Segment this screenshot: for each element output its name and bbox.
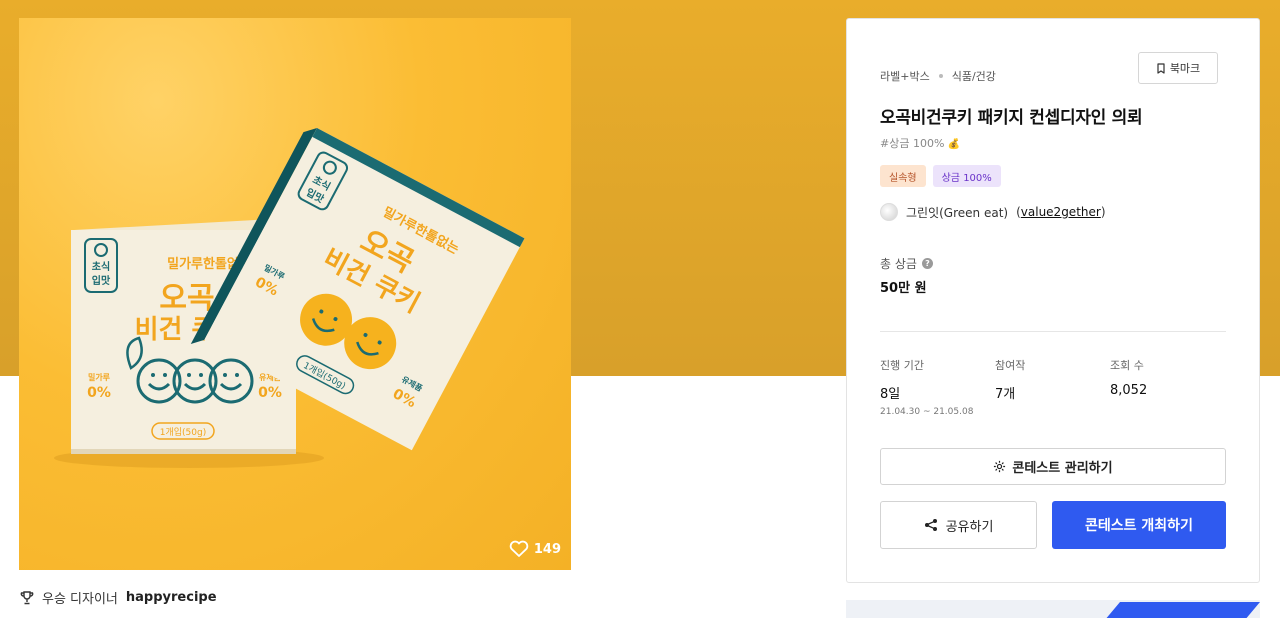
- breadcrumb-category[interactable]: 라벨+박스: [880, 68, 930, 84]
- breadcrumb-separator: [938, 74, 943, 78]
- svg-text:0%: 0%: [258, 385, 282, 401]
- contest-owner: 그린잇(Green eat) (value2gether): [880, 203, 1106, 221]
- manage-contest-button[interactable]: 콘테스트 관리하기: [880, 448, 1226, 485]
- promo-banner[interactable]: [846, 600, 1260, 618]
- promo-decoration: [1094, 602, 1260, 618]
- badge-plan-type: 실속형: [880, 165, 926, 187]
- trophy-icon: [20, 590, 34, 604]
- bookmark-icon: [1157, 62, 1165, 74]
- breadcrumb-subcategory[interactable]: 식품/건강: [952, 68, 996, 84]
- contest-title: 오곡비건쿠키 패키지 컨셉디자인 의뢰: [880, 108, 1143, 128]
- svg-text:입맛: 입맛: [92, 274, 111, 287]
- stat-period: 진행 기간 8일 21.04.30 ~ 21.05.08: [880, 359, 974, 417]
- svg-text:1개입(50g): 1개입(50g): [160, 426, 206, 438]
- svg-text:밀가루: 밀가루: [88, 372, 111, 382]
- host-contest-button[interactable]: 콘테스트 개최하기: [1052, 501, 1226, 549]
- packaging-illustration: 초식 입맛 밀가루한톨없는 오곡 비건 쿠키 밀가루 0% 유제품 0% 1개입…: [54, 128, 525, 468]
- stat-views: 조회 수 8,052: [1110, 359, 1148, 398]
- host-contest-label: 콘테스트 개최하기: [1085, 518, 1193, 534]
- owner-handle[interactable]: (value2gether): [1016, 205, 1105, 219]
- owner-name: 그린잇(Green eat): [906, 205, 1009, 220]
- share-label: 공유하기: [945, 519, 994, 535]
- share-button[interactable]: 공유하기: [880, 501, 1037, 549]
- contest-badges: 실속형 상금 100%: [880, 165, 1001, 187]
- hero-image[interactable]: 초식 입맛 밀가루한톨없는 오곡 비건 쿠키 밀가루 0% 유제품 0% 1개입…: [19, 18, 571, 570]
- winner-label: 우승 디자이너: [42, 592, 118, 607]
- help-icon[interactable]: ?: [921, 258, 933, 269]
- contest-tagline: #상금 100% 💰: [880, 137, 961, 150]
- contest-info-panel: 라벨+박스 식품/건강 북마크 오곡비건쿠키 패키지 컨셉디자인 의뢰 #상금 …: [846, 18, 1260, 583]
- svg-text:초식: 초식: [92, 260, 110, 273]
- manage-contest-label: 콘테스트 관리하기: [1012, 461, 1113, 476]
- stat-entries: 참여작 7개: [995, 359, 1026, 402]
- money-bag-icon: 💰: [947, 139, 961, 150]
- svg-text:0%: 0%: [87, 385, 111, 401]
- badge-prize-guarantee: 상금 100%: [932, 165, 1001, 187]
- share-icon: [924, 519, 937, 531]
- divider: [880, 331, 1226, 332]
- winner-designer: 우승 디자이너 happyrecipe: [20, 588, 217, 607]
- gear-icon: [994, 460, 1006, 473]
- winner-name[interactable]: happyrecipe: [126, 590, 217, 605]
- bookmark-label: 북마크: [1169, 62, 1201, 75]
- period-date-range: 21.04.30 ~ 21.05.08: [880, 407, 974, 417]
- breadcrumb: 라벨+박스 식품/건강: [880, 68, 996, 84]
- prize-label: 총 상금 ?: [880, 255, 933, 272]
- heart-icon: [509, 540, 529, 557]
- avatar[interactable]: [880, 203, 898, 221]
- bookmark-button[interactable]: 북마크: [1138, 52, 1218, 84]
- like-count: 149: [533, 541, 561, 557]
- like-counter[interactable]: 149: [509, 540, 561, 558]
- prize-value: 50만 원: [880, 281, 927, 296]
- svg-text:오곡: 오곡: [159, 281, 214, 316]
